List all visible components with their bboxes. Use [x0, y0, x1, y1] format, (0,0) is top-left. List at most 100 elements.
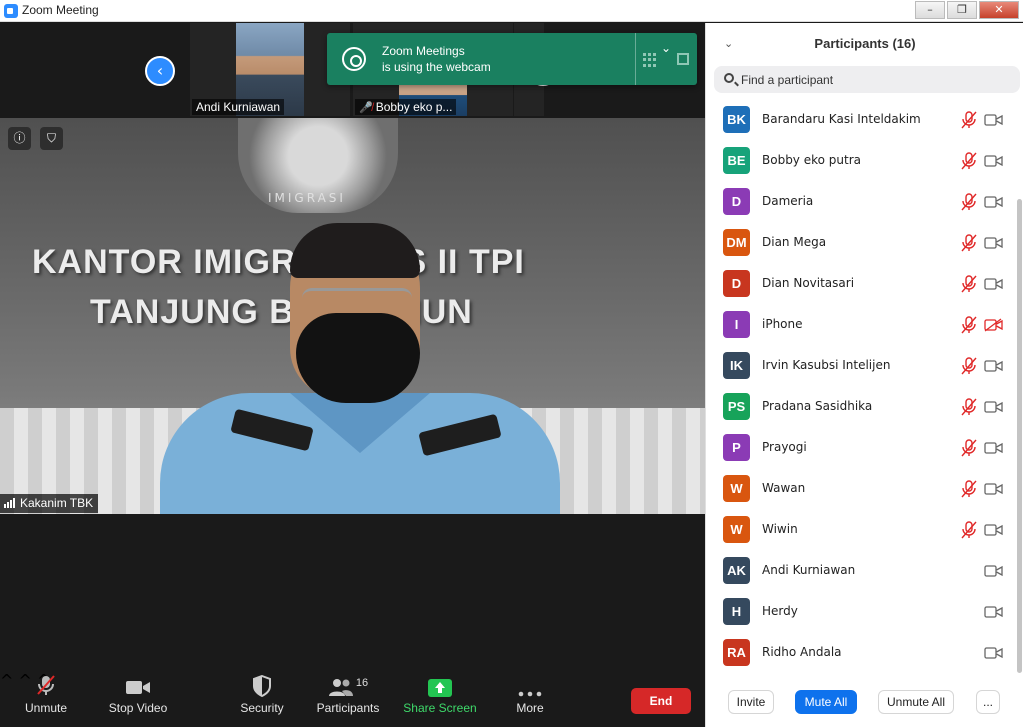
zoom-logo-icon — [4, 4, 18, 18]
window-title: Zoom Meeting — [22, 3, 99, 17]
participant-row[interactable]: BK Barandaru Kasi Inteldakim — [706, 99, 1012, 140]
active-speaker-video: IMIGRASI KANTOR IMIGR KELAS II TPI TANJU… — [0, 118, 705, 514]
participant-name: Andi Kurniawan — [762, 563, 856, 577]
thumbnail-strip: ‹ Andi Kurniawan 🎤̸Bobby eko p... › Zoom… — [0, 23, 705, 118]
thumbnail-andi-kurniawan[interactable]: Andi Kurniawan — [190, 23, 350, 116]
previous-page-button[interactable]: ‹ — [145, 56, 175, 86]
divider — [635, 33, 636, 85]
more-dots-icon — [510, 671, 550, 701]
participant-name: Barandaru Kasi Inteldakim — [762, 112, 921, 126]
participant-row[interactable]: AK Andi Kurniawan — [706, 550, 1012, 591]
share-screen-button[interactable]: Share Screen — [402, 671, 478, 727]
participant-name: Dian Novitasari — [762, 276, 855, 290]
participant-name: Wiwin — [762, 522, 798, 536]
speaker-name: Kakanim TBK — [20, 496, 94, 510]
avatar: AK — [723, 557, 750, 584]
meeting-area: ‹ Andi Kurniawan 🎤̸Bobby eko p... › Zoom… — [0, 23, 705, 727]
avatar: PS — [723, 393, 750, 420]
speaker-name-label: Kakanim TBK — [0, 494, 99, 513]
mic-muted-icon — [961, 275, 977, 293]
notification-message: is using the webcam — [382, 60, 491, 74]
video-camera-icon — [984, 563, 1003, 577]
video-off-icon — [984, 317, 1003, 332]
participant-name: Bobby eko putra — [762, 153, 861, 167]
shield-icon[interactable]: ⛉ — [40, 127, 63, 150]
participant-row[interactable]: W Wiwin — [706, 509, 1012, 550]
webcam-icon — [342, 47, 366, 71]
audio-options-caret[interactable]: ^ — [0, 671, 13, 690]
mute-all-button[interactable]: Mute All — [795, 690, 857, 714]
search-input[interactable] — [741, 69, 1011, 90]
mic-muted-icon: 🎤̸ — [359, 102, 373, 114]
participant-name: Dameria — [762, 194, 814, 208]
participant-row[interactable]: BE Bobby eko putra — [706, 140, 1012, 181]
panel-footer: Invite Mute All Unmute All ... — [706, 687, 1023, 717]
meeting-toolbar: Unmute ^ Stop Video ^ Security 16 Partic… — [0, 671, 705, 727]
participant-row[interactable]: D Dameria — [706, 181, 1012, 222]
video-camera-icon — [984, 153, 1003, 167]
speaker-hair — [290, 223, 420, 278]
stop-video-button[interactable]: Stop Video — [104, 671, 172, 727]
participant-list: BK Barandaru Kasi Inteldakim BE Bobby eko p… — [706, 99, 1012, 673]
video-camera-icon — [104, 671, 172, 701]
video-camera-icon — [984, 194, 1003, 208]
gallery-view-icon[interactable] — [643, 53, 657, 67]
emblem-text: IMIGRASI — [268, 191, 346, 205]
mic-muted-icon — [961, 398, 977, 416]
participant-name: Wawan — [762, 481, 806, 495]
end-meeting-button[interactable]: End — [631, 688, 691, 714]
chevron-left-icon: ‹ — [156, 61, 164, 80]
mic-muted-icon — [18, 671, 74, 701]
participant-name: Irvin Kasubsi Intelijen — [762, 358, 891, 372]
unmute-all-button[interactable]: Unmute All — [878, 690, 954, 714]
video-camera-icon — [984, 604, 1003, 618]
search-icon — [724, 73, 734, 83]
minimize-button[interactable]: – — [915, 1, 945, 19]
avatar: DM — [723, 229, 750, 256]
invite-button[interactable]: Invite — [728, 690, 774, 714]
mic-muted-icon — [961, 193, 977, 211]
participant-row[interactable]: W Wawan — [706, 468, 1012, 509]
participant-row[interactable]: D Dian Novitasari — [706, 263, 1012, 304]
avatar: IK — [723, 352, 750, 379]
video-camera-icon — [984, 645, 1003, 659]
avatar: W — [723, 516, 750, 543]
avatar: I — [723, 311, 750, 338]
fullscreen-icon[interactable] — [677, 53, 689, 65]
participant-row[interactable]: IiPhone — [706, 304, 1012, 345]
security-button[interactable]: Security — [236, 671, 288, 727]
mic-muted-icon — [961, 111, 977, 129]
participant-row[interactable]: H Herdy — [706, 591, 1012, 632]
participant-row[interactable]: P Prayogi — [706, 427, 1012, 468]
chevron-down-icon[interactable]: ⌄ — [661, 41, 671, 55]
scrollbar[interactable] — [1017, 199, 1022, 673]
participant-row[interactable]: IK Irvin Kasubsi Intelijen — [706, 345, 1012, 386]
search-box[interactable] — [714, 66, 1020, 93]
participants-panel: ⌄ Participants (16) BKBarandaru Kasi Int… — [705, 23, 1023, 727]
video-camera-icon — [984, 522, 1003, 536]
close-window-button[interactable]: ✕ — [979, 1, 1019, 19]
unmute-button[interactable]: Unmute — [18, 671, 74, 727]
more-options-button[interactable]: ... — [976, 690, 1000, 714]
more-label: More — [516, 701, 544, 715]
video-camera-icon — [984, 112, 1003, 126]
participant-row[interactable]: PS Pradana Sasidhika — [706, 386, 1012, 427]
participants-label: Participants — [316, 701, 380, 715]
title-bar: Zoom Meeting – ❐ ✕ — [0, 0, 1023, 22]
more-button[interactable]: More — [510, 671, 550, 727]
panel-title: Participants (16) — [814, 36, 916, 51]
participants-button[interactable]: 16 Participants — [314, 671, 382, 727]
meeting-info-icon[interactable]: ⓘ — [8, 127, 31, 150]
participant-row[interactable]: RA Ridho Andala — [706, 632, 1012, 673]
avatar: W — [723, 475, 750, 502]
thumbnail-name: Bobby eko p... — [375, 100, 453, 114]
thumbnail-name: Andi Kurniawan — [192, 99, 285, 115]
mic-muted-icon — [961, 152, 977, 170]
participant-row[interactable]: DM Dian Mega — [706, 222, 1012, 263]
participant-name: iPhone — [762, 317, 803, 331]
restore-button[interactable]: ❐ — [947, 1, 977, 19]
share-screen-icon — [402, 671, 478, 701]
video-camera-icon — [984, 235, 1003, 249]
signal-strength-icon — [4, 497, 16, 511]
avatar: P — [723, 434, 750, 461]
